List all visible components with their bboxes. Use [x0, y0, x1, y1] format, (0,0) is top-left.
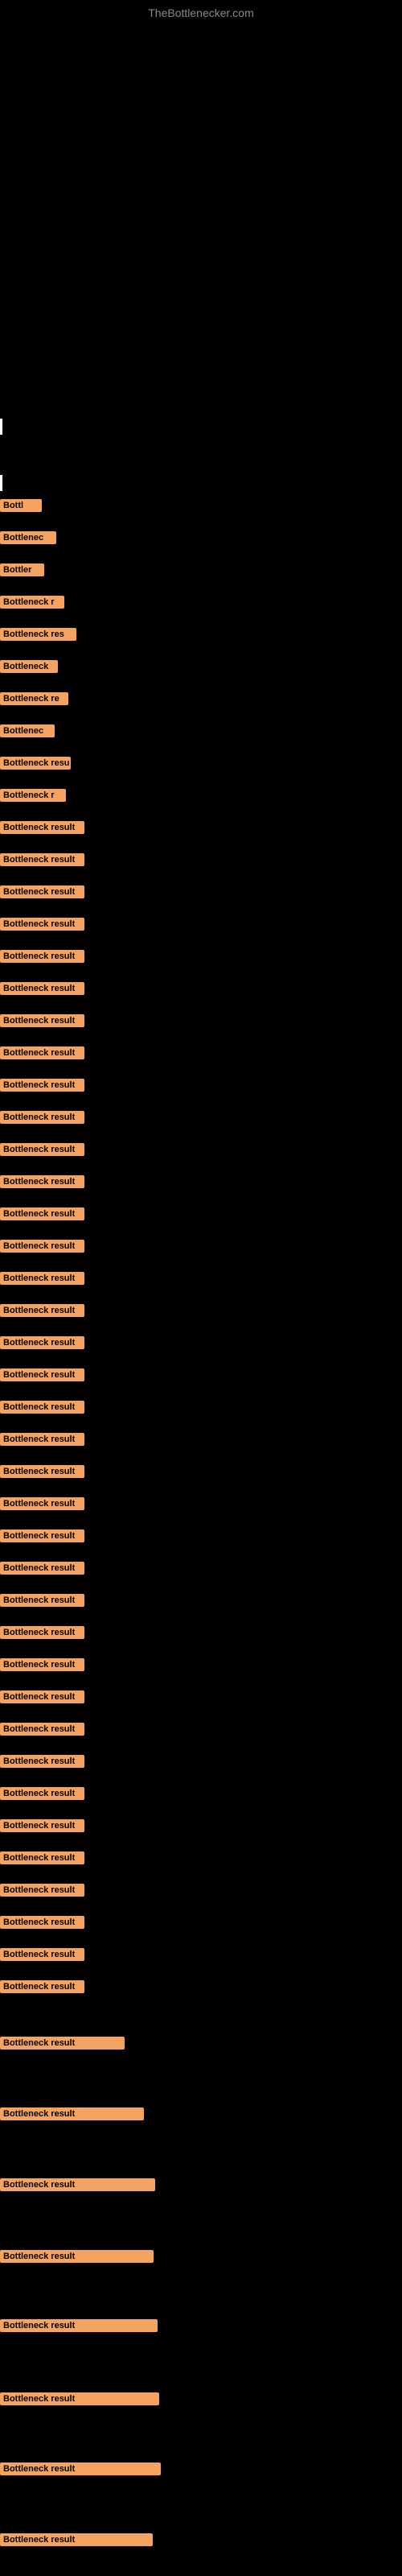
bottleneck-label-39: Bottleneck result — [0, 1755, 84, 1768]
bottleneck-label-40: Bottleneck result — [0, 1787, 84, 1800]
site-title: TheBottlenecker.com — [148, 6, 254, 19]
bottleneck-label-33: Bottleneck result — [0, 1562, 84, 1575]
bottleneck-label-9: Bottleneck r — [0, 789, 66, 802]
bottleneck-label-52: Bottleneck result — [0, 2392, 159, 2405]
bottleneck-label-27: Bottleneck result — [0, 1368, 84, 1381]
bottleneck-label-0: Bottl — [0, 499, 42, 512]
bottleneck-label-51: Bottleneck result — [0, 2319, 158, 2332]
bottleneck-label-10: Bottleneck result — [0, 821, 84, 834]
bottleneck-label-7: Bottlenec — [0, 724, 55, 737]
bottleneck-label-6: Bottleneck re — [0, 692, 68, 705]
bottleneck-label-30: Bottleneck result — [0, 1465, 84, 1478]
bottleneck-label-5: Bottleneck — [0, 660, 58, 673]
bottleneck-label-12: Bottleneck result — [0, 886, 84, 898]
bottleneck-label-1: Bottlenec — [0, 531, 56, 544]
bottleneck-label-24: Bottleneck result — [0, 1272, 84, 1285]
bottleneck-label-42: Bottleneck result — [0, 1852, 84, 1864]
bottleneck-label-46: Bottleneck result — [0, 1980, 84, 1993]
page-content: TheBottlenecker.com Bottl Bottlenec Bottle… — [0, 0, 402, 2576]
bottleneck-label-44: Bottleneck result — [0, 1916, 84, 1929]
bottleneck-label-36: Bottleneck result — [0, 1658, 84, 1671]
bottleneck-label-34: Bottleneck result — [0, 1594, 84, 1607]
bottleneck-label-32: Bottleneck result — [0, 1530, 84, 1542]
bottleneck-label-31: Bottleneck result — [0, 1497, 84, 1510]
cursor-line — [0, 475, 2, 491]
bottleneck-label-3: Bottleneck r — [0, 596, 64, 609]
bottleneck-label-25: Bottleneck result — [0, 1304, 84, 1317]
bottleneck-label-2: Bottler — [0, 564, 44, 576]
bottleneck-label-41: Bottleneck result — [0, 1819, 84, 1832]
bottleneck-label-47: Bottleneck result — [0, 2037, 125, 2050]
bottleneck-label-35: Bottleneck result — [0, 1626, 84, 1639]
bottleneck-label-22: Bottleneck result — [0, 1208, 84, 1220]
bottleneck-label-23: Bottleneck result — [0, 1240, 84, 1253]
bottleneck-label-29: Bottleneck result — [0, 1433, 84, 1446]
bottleneck-label-38: Bottleneck result — [0, 1723, 84, 1736]
bottleneck-label-43: Bottleneck result — [0, 1884, 84, 1897]
bottleneck-label-28: Bottleneck result — [0, 1401, 84, 1414]
bottleneck-label-53: Bottleneck result — [0, 2462, 161, 2475]
bottleneck-label-48: Bottleneck result — [0, 2107, 144, 2120]
cursor-line — [0, 419, 2, 435]
bottleneck-label-19: Bottleneck result — [0, 1111, 84, 1124]
bottleneck-label-20: Bottleneck result — [0, 1143, 84, 1156]
bottleneck-label-18: Bottleneck result — [0, 1079, 84, 1092]
bottleneck-label-13: Bottleneck result — [0, 918, 84, 931]
bottleneck-label-37: Bottleneck result — [0, 1690, 84, 1703]
bottleneck-label-26: Bottleneck result — [0, 1336, 84, 1349]
bottleneck-label-49: Bottleneck result — [0, 2178, 155, 2191]
bottleneck-label-4: Bottleneck res — [0, 628, 76, 641]
bottleneck-label-21: Bottleneck result — [0, 1175, 84, 1188]
bottleneck-label-14: Bottleneck result — [0, 950, 84, 963]
bottleneck-label-17: Bottleneck result — [0, 1046, 84, 1059]
bottleneck-label-16: Bottleneck result — [0, 1014, 84, 1027]
bottleneck-label-11: Bottleneck result — [0, 853, 84, 866]
bottleneck-label-15: Bottleneck result — [0, 982, 84, 995]
bottleneck-label-50: Bottleneck result — [0, 2250, 154, 2263]
bottleneck-label-8: Bottleneck resu — [0, 757, 71, 770]
bottleneck-label-45: Bottleneck result — [0, 1948, 84, 1961]
bottleneck-label-54: Bottleneck result — [0, 2533, 153, 2546]
